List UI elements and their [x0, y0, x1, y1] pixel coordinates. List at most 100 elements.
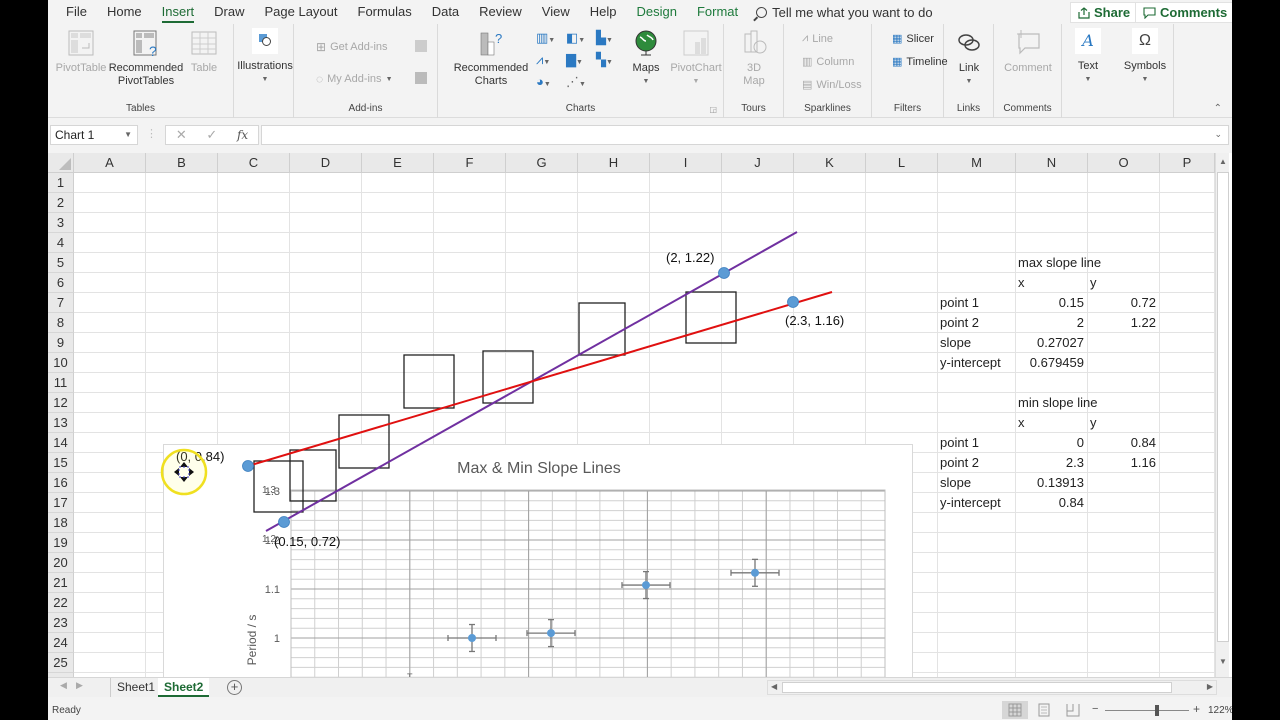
row-header-1[interactable]: 1	[48, 173, 74, 193]
sparkline-line-button[interactable]: ⩘ Line	[802, 32, 833, 45]
normal-view-button[interactable]	[1002, 701, 1028, 719]
tab-home[interactable]: Home	[97, 0, 152, 24]
tab-insert[interactable]: Insert	[152, 0, 205, 24]
row-header-23[interactable]: 23	[48, 613, 74, 633]
scroll-down-icon[interactable]: ▼	[1216, 655, 1230, 669]
horizontal-scrollbar[interactable]: ◀ ▶	[767, 680, 1217, 695]
formula-input[interactable]: ⌄	[261, 125, 1229, 145]
row-label[interactable]: slope	[938, 333, 1016, 353]
recommended-pivottables-button[interactable]: ? Recommended PivotTables	[108, 28, 184, 88]
vertical-scrollbar[interactable]: ▲ ▼	[1215, 153, 1229, 677]
column-header-l[interactable]: L	[866, 153, 938, 173]
x-header[interactable]: x	[1016, 413, 1076, 433]
row-header-14[interactable]: 14	[48, 433, 74, 453]
tab-review[interactable]: Review	[469, 0, 532, 24]
bing-icon[interactable]	[415, 40, 427, 52]
zoom-slider[interactable]	[1105, 705, 1189, 716]
tab-design[interactable]: Design	[627, 0, 687, 24]
row-header-18[interactable]: 18	[48, 513, 74, 533]
row-header-8[interactable]: 8	[48, 313, 74, 333]
expand-formula-icon[interactable]: ⌄	[1214, 129, 1222, 140]
column-header-h[interactable]: H	[578, 153, 650, 173]
scatter-chart-icon[interactable]: ⋰▼	[566, 74, 596, 90]
min-slope-title[interactable]: min slope line	[1016, 393, 1160, 413]
column-header-g[interactable]: G	[506, 153, 578, 173]
y-value[interactable]: 1.16	[1088, 453, 1158, 473]
tell-me-search[interactable]: Tell me what you want to do	[756, 5, 933, 20]
zoom-out-icon[interactable]: −	[1092, 703, 1098, 715]
y-value[interactable]: 0.72	[1088, 293, 1158, 313]
row-header-25[interactable]: 25	[48, 653, 74, 673]
x-value[interactable]: 0.679459	[1016, 353, 1086, 373]
y-header[interactable]: y	[1088, 273, 1148, 293]
column-header-c[interactable]: C	[218, 153, 290, 173]
column-header-o[interactable]: O	[1088, 153, 1160, 173]
scroll-thumb[interactable]	[1217, 172, 1229, 642]
tab-help[interactable]: Help	[580, 0, 627, 24]
y-value[interactable]: 0.84	[1088, 433, 1158, 453]
row-label[interactable]: y-intercept	[938, 353, 1016, 373]
symbols-button[interactable]: Ω Symbols ▼	[1120, 28, 1170, 86]
column-header-b[interactable]: B	[146, 153, 218, 173]
row-header-13[interactable]: 13	[48, 413, 74, 433]
zoom-slider-knob[interactable]	[1155, 705, 1159, 716]
column-header-i[interactable]: I	[650, 153, 722, 173]
row-header-22[interactable]: 22	[48, 593, 74, 613]
insert-function-icon[interactable]: fx	[237, 128, 248, 142]
recommended-charts-button[interactable]: ? Recommended Charts	[452, 28, 530, 88]
row-header-20[interactable]: 20	[48, 553, 74, 573]
tab-draw[interactable]: Draw	[204, 0, 254, 24]
cancel-icon[interactable]: ✕	[176, 127, 187, 143]
people-graph-icon[interactable]	[415, 72, 427, 84]
x-header[interactable]: x	[1016, 273, 1076, 293]
name-box[interactable]: Chart 1 ▼	[50, 125, 138, 145]
link-button[interactable]: Link ▼	[952, 28, 986, 88]
row-header-11[interactable]: 11	[48, 373, 74, 393]
row-label[interactable]: point 2	[938, 453, 1016, 473]
x-value[interactable]: 0.15	[1016, 293, 1086, 313]
timeline-button[interactable]: ▦ Timeline	[892, 55, 948, 69]
row-header-10[interactable]: 10	[48, 353, 74, 373]
x-value[interactable]: 0	[1016, 433, 1086, 453]
sheet-tab-sheet2[interactable]: Sheet2	[158, 678, 210, 697]
x-value[interactable]: 2	[1016, 313, 1086, 333]
my-addins-button[interactable]: ◌ My Add-ins ▼	[316, 72, 393, 86]
tab-data[interactable]: Data	[422, 0, 469, 24]
sparkline-winloss-button[interactable]: ▤ Win/Loss	[802, 78, 862, 92]
pivottable-button[interactable]: PivotTable	[56, 28, 106, 75]
worksheet-grid[interactable]: ABCDEFGHIJKLMNOP 1 2 3 4 5 6 7 8 9 10 11 12 13 14 15 16…	[48, 153, 1232, 677]
tab-view[interactable]: View	[532, 0, 580, 24]
share-button[interactable]: Share	[1070, 2, 1139, 23]
page-layout-view-button[interactable]	[1031, 701, 1057, 719]
prev-sheet-icon[interactable]: ◀	[60, 680, 67, 691]
collapse-ribbon-icon[interactable]: ⌃	[1214, 103, 1222, 114]
add-sheet-button[interactable]: +	[227, 680, 242, 695]
scroll-up-icon[interactable]: ▲	[1216, 155, 1230, 169]
enter-icon[interactable]: ✓	[206, 127, 217, 143]
y-value[interactable]	[1088, 493, 1158, 513]
get-addins-button[interactable]: ⊞ Get Add-ins	[316, 40, 388, 54]
illustrations-button[interactable]: Illustrations ▼	[237, 28, 293, 86]
line-chart-icon[interactable]: ⩘▼	[536, 52, 566, 68]
max-slope-title[interactable]: max slope line	[1016, 253, 1160, 273]
row-header-16[interactable]: 16	[48, 473, 74, 493]
hscroll-thumb[interactable]	[782, 682, 1172, 693]
combo-chart-icon[interactable]: ▚▼	[596, 52, 626, 68]
scroll-right-icon[interactable]: ▶	[1207, 682, 1213, 691]
x-value[interactable]: 0.13913	[1016, 473, 1086, 493]
row-header-4[interactable]: 4	[48, 233, 74, 253]
y-value[interactable]: 1.22	[1088, 313, 1158, 333]
row-label[interactable]: point 1	[938, 433, 1016, 453]
column-header-a[interactable]: A	[74, 153, 146, 173]
tab-formulas[interactable]: Formulas	[348, 0, 422, 24]
text-button[interactable]: A Text ▼	[1070, 28, 1106, 86]
row-header-21[interactable]: 21	[48, 573, 74, 593]
column-header-f[interactable]: F	[434, 153, 506, 173]
y-header[interactable]: y	[1088, 413, 1148, 433]
y-value[interactable]	[1088, 473, 1158, 493]
y-value[interactable]	[1088, 353, 1158, 373]
column-header-n[interactable]: N	[1016, 153, 1088, 173]
row-label[interactable]: slope	[938, 473, 1016, 493]
column-header-d[interactable]: D	[290, 153, 362, 173]
x-value[interactable]: 0.27027	[1016, 333, 1086, 353]
